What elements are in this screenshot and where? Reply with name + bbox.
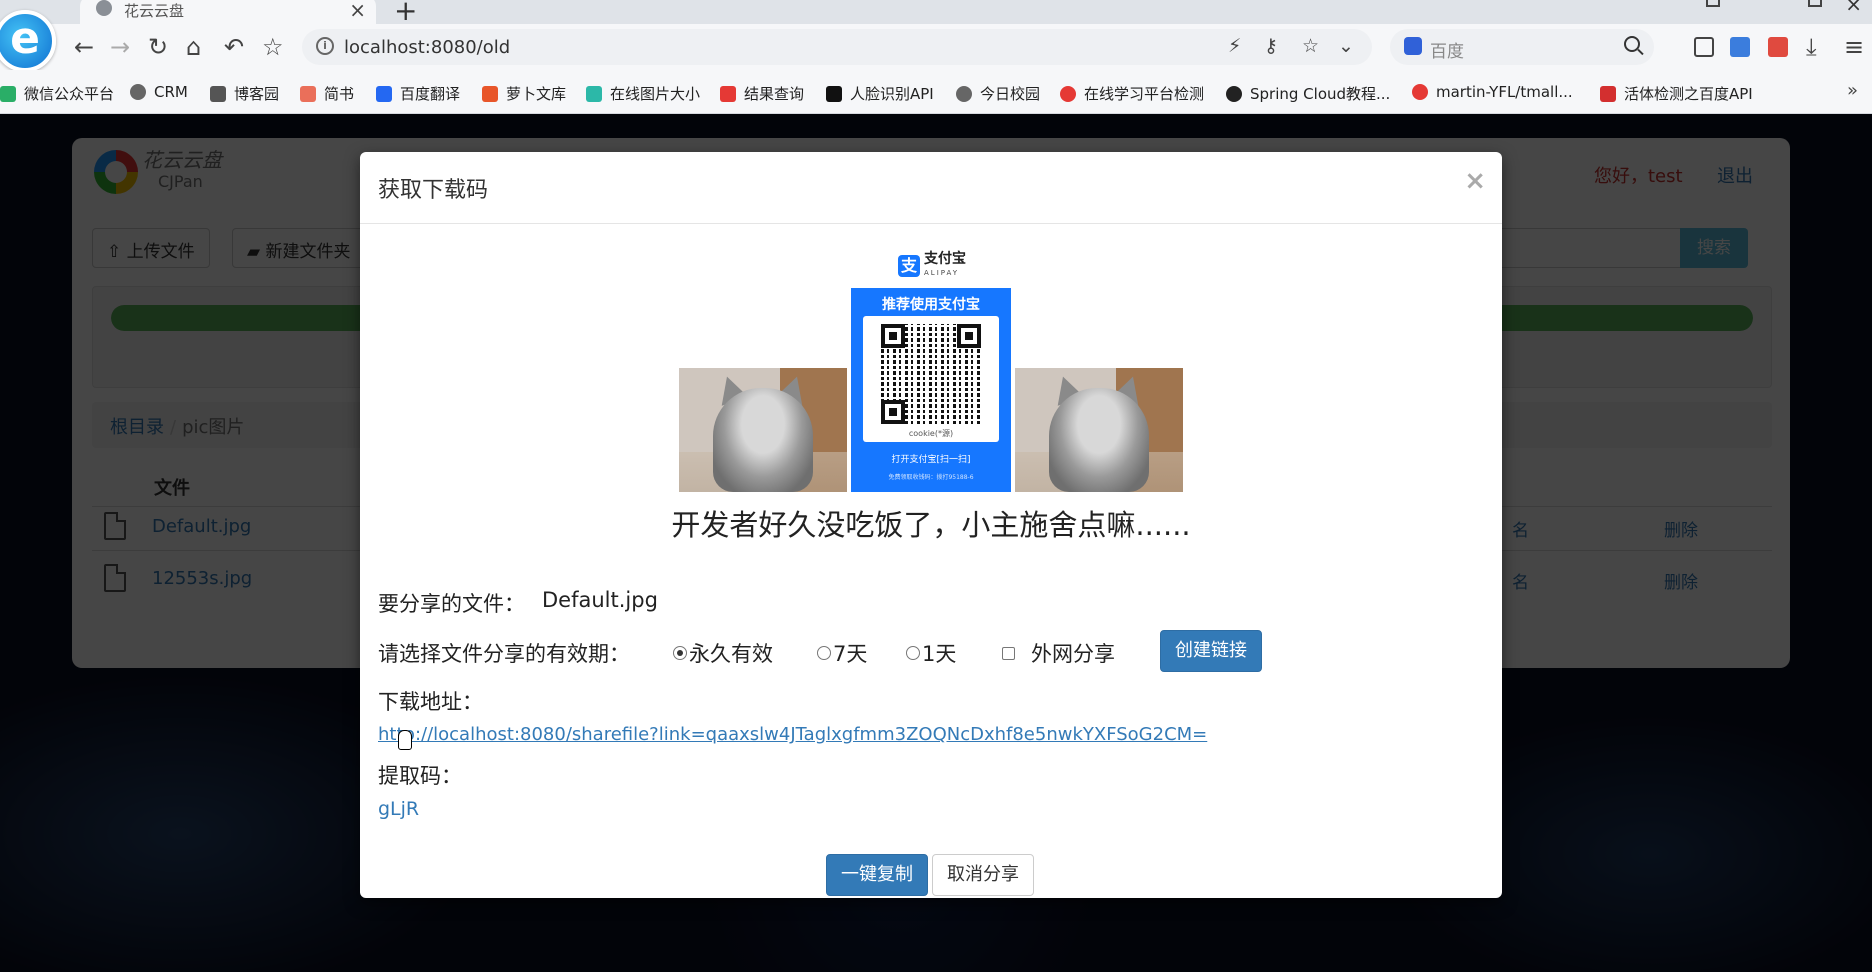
reload-icon[interactable]: ↻ <box>148 33 168 61</box>
browser-search-placeholder[interactable]: 百度 <box>1430 37 1464 62</box>
create-link-button[interactable]: 创建链接 <box>1160 630 1262 672</box>
validity-option-1day[interactable]: 1天 <box>906 638 956 668</box>
cancel-share-button[interactable]: 取消分享 <box>932 854 1034 896</box>
ai-icon <box>826 85 842 102</box>
bookmark-item[interactable]: 人脸识别API <box>826 83 934 104</box>
alipay-logo: 支 支付宝 ALIPAY <box>898 252 966 280</box>
alipay-logo-sub: ALIPAY <box>924 269 960 277</box>
globe-icon <box>956 85 972 102</box>
bookmark-item[interactable]: CRM <box>130 83 188 101</box>
bookmark-item[interactable]: 微信公众平台 <box>0 83 114 104</box>
baidu-icon <box>1404 37 1422 55</box>
download-url-link[interactable]: http://localhost:8080/sharefile?link=qaa… <box>378 724 1207 745</box>
qr-footer: 打开支付宝[扫一扫] <box>891 455 971 465</box>
bookmark-item[interactable]: 萝卜文库 <box>482 83 566 104</box>
translate-icon[interactable] <box>1730 37 1750 57</box>
translate-bookmark-icon <box>376 85 392 102</box>
wechat-icon <box>0 85 16 102</box>
github-icon <box>1226 85 1242 102</box>
browser-search-box[interactable]: 百度 <box>1390 29 1654 65</box>
window-close-icon[interactable]: × <box>1845 0 1862 16</box>
share-file-name: Default.jpg <box>542 588 658 612</box>
browser-toolbar: e ← → ↻ ⌂ ↶ ☆ i localhost:8080/old ⚡ ⚷ ☆… <box>0 10 1872 72</box>
blog-icon <box>210 85 226 102</box>
cat-image-right <box>1015 368 1183 492</box>
modal-title: 获取下载码 <box>378 178 489 203</box>
bookmark-item[interactable]: 简书 <box>300 83 354 104</box>
menu-icon[interactable]: ≡ <box>1844 33 1864 61</box>
g-icon <box>1412 84 1428 100</box>
cat-image-left <box>679 368 847 492</box>
validity-option-7days[interactable]: 7天 <box>817 638 867 668</box>
bookmark-item[interactable]: 结果查询 <box>720 83 804 104</box>
qr-footer-small: 免费领取收钱码：拨打95188-6 <box>888 474 974 481</box>
gear-icon <box>586 85 602 102</box>
tab-title: 花云云盘 <box>124 2 185 20</box>
alipay-logo-text: 支付宝 <box>924 251 966 267</box>
radio-icon[interactable] <box>906 646 920 660</box>
address-text[interactable]: localhost:8080/old <box>344 37 510 58</box>
forward-icon[interactable]: → <box>110 33 130 61</box>
bookmarks-bar: 微信公众平台 CRM 博客园 简书 百度翻译 萝卜文库 在线图片大小 结果查询 … <box>0 70 1872 114</box>
back-icon[interactable]: ← <box>74 33 94 61</box>
bookmark-item[interactable]: 今日校园 <box>956 83 1040 104</box>
download-icon[interactable]: ⤓ <box>1806 33 1817 61</box>
browser-logo-icon: e <box>0 10 56 72</box>
jianshu-icon <box>300 85 316 102</box>
pdf-icon[interactable] <box>1768 37 1788 57</box>
bookmark-item[interactable]: 在线学习平台检测 <box>1060 83 1204 104</box>
copy-button[interactable]: 一键复制 <box>826 854 928 896</box>
site-info-icon[interactable]: i <box>316 37 334 55</box>
lightning-icon[interactable]: ⚡ <box>1228 35 1241 57</box>
close-icon[interactable]: × <box>1464 166 1486 196</box>
window-menu-icon[interactable] <box>1706 0 1720 7</box>
home-icon[interactable]: ⌂ <box>186 33 201 61</box>
new-tab-icon[interactable]: + <box>394 0 417 27</box>
radio-icon[interactable] <box>817 646 831 660</box>
extract-code-value[interactable]: gLjR <box>378 798 419 820</box>
undo-icon[interactable]: ↶ <box>224 33 244 61</box>
maximize-icon[interactable] <box>1808 0 1822 7</box>
download-label: 下载地址： <box>378 690 483 714</box>
search-icon[interactable] <box>1624 36 1640 52</box>
bookmark-item[interactable]: 在线图片大小 <box>586 83 700 104</box>
bookmark-item[interactable]: martin-YFL/tmall... <box>1412 83 1573 101</box>
donation-text: 开发者好久没吃饭了，小主施舍点嘛...... <box>671 508 1191 542</box>
radio-selected-icon[interactable] <box>673 646 687 660</box>
globe-icon <box>130 84 146 100</box>
qr-scan-icon[interactable] <box>1694 37 1714 57</box>
alipay-qr-card: 推荐使用支付宝 cookie(*源) 打开支付宝[扫一扫] 免费领取收钱码：拨打… <box>851 288 1011 492</box>
address-bar[interactable]: i localhost:8080/old ⚡ ⚷ ☆ ⌄ <box>302 29 1372 65</box>
bookmarks-more-icon[interactable]: » <box>1847 80 1858 101</box>
c-icon <box>1600 85 1616 102</box>
qr-code-box: cookie(*源) <box>863 316 999 442</box>
validity-option-permanent[interactable]: 永久有效 <box>673 638 773 668</box>
browser-tabstrip: 花云云盘 × + × <box>0 0 1872 27</box>
chevron-down-icon[interactable]: ⌄ <box>1338 35 1354 57</box>
bookmark-star-icon[interactable]: ☆ <box>1302 35 1319 57</box>
tab-favicon-icon <box>96 0 112 16</box>
bookmark-item[interactable]: Spring Cloud教程... <box>1226 83 1390 104</box>
validity-label: 请选择文件分享的有效期： <box>378 642 630 666</box>
share-file-label: 要分享的文件： <box>378 592 525 616</box>
bookmark-item[interactable]: 博客园 <box>210 83 279 104</box>
browser-tab[interactable]: 花云云盘 × <box>80 0 376 24</box>
checkbox-icon[interactable] <box>1002 646 1015 660</box>
favorite-star-icon[interactable]: ☆ <box>262 33 284 61</box>
qr-caption: cookie(*源) <box>908 429 954 438</box>
alipay-icon: 支 <box>898 255 920 277</box>
extract-code-label: 提取码： <box>378 764 462 788</box>
bookmark-item[interactable]: 活体检测之百度API <box>1600 83 1753 104</box>
carrot-icon <box>482 85 498 102</box>
modal-header: 获取下载码 × <box>360 152 1502 224</box>
result-icon <box>720 85 736 102</box>
external-share-checkbox[interactable]: 外网分享 <box>1002 638 1115 668</box>
g-icon <box>1060 85 1076 102</box>
bookmark-item[interactable]: 百度翻译 <box>376 83 460 104</box>
share-modal: 获取下载码 × 支 支付宝 ALIPAY 推荐使用支付宝 cookie(*源) 打… <box>360 152 1502 898</box>
key-icon[interactable]: ⚷ <box>1264 35 1278 57</box>
qr-card-title: 推荐使用支付宝 <box>882 297 980 313</box>
tab-close-icon[interactable]: × <box>349 0 366 22</box>
